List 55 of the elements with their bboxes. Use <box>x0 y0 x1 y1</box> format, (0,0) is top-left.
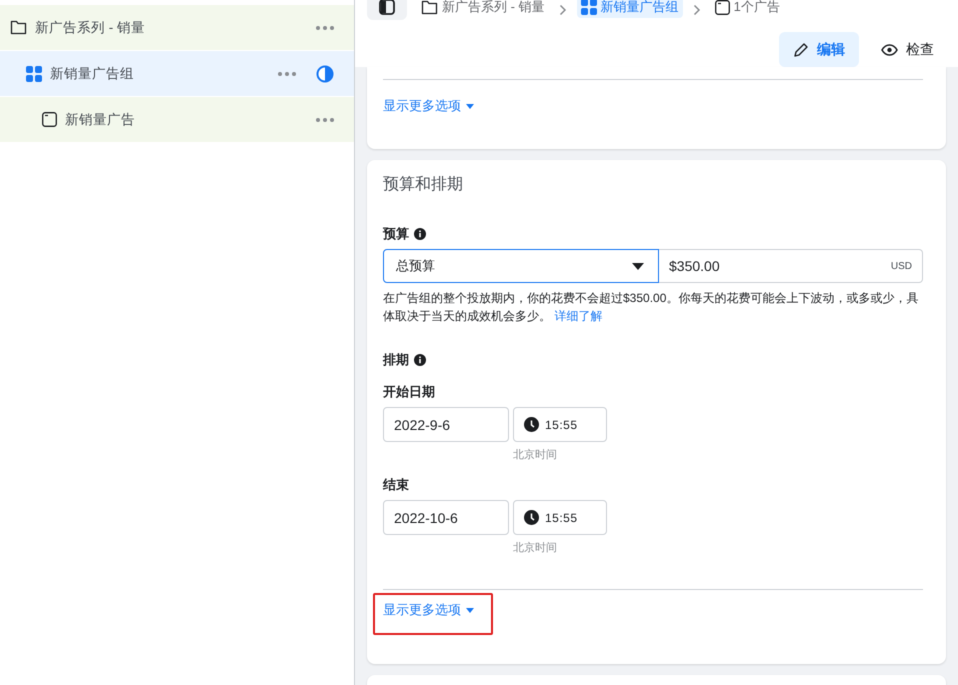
show-more-link[interactable]: 显示更多选项 <box>383 601 474 619</box>
clock-icon <box>524 510 539 525</box>
breadcrumb-label: 新销量广告组 <box>600 0 679 16</box>
breadcrumb-label: 1个广告 <box>734 0 780 16</box>
budget-help-text: 在广告组的整个投放期内，你的花费不会超过$350.00。你每天的花费可能会上下波动，或多或少，具体取决于当天的成效机会多少。 详细了解 <box>383 290 920 325</box>
more-icon[interactable] <box>316 26 334 30</box>
window-icon <box>714 0 730 14</box>
caret-icon <box>466 104 474 108</box>
caret-icon <box>466 608 474 612</box>
date-field[interactable]: 2022-10-6 <box>383 500 509 535</box>
tree-item-label: 新销量广告 <box>65 110 136 128</box>
more-icon[interactable] <box>278 72 296 76</box>
breadcrumb-item[interactable]: 新销量广告组 <box>576 0 683 18</box>
time-field[interactable]: 15:55 <box>513 407 607 442</box>
learn-more-link[interactable]: 详细了解 <box>554 309 602 323</box>
grid-icon <box>580 0 597 15</box>
review-button[interactable]: 检查 <box>867 32 948 67</box>
show-more-link[interactable]: 显示更多选项 <box>383 97 474 115</box>
budget-type-dropdown[interactable]: 总预算 <box>383 249 659 283</box>
folder-icon <box>10 20 27 35</box>
breadcrumb-label: 新广告系列 - 销量 <box>442 0 545 16</box>
caret-icon <box>632 262 644 270</box>
clock-icon <box>524 417 539 432</box>
panel-toggle-button[interactable] <box>367 0 407 20</box>
tree-item-label: 新广告系列 - 销量 <box>35 18 146 36</box>
more-icon[interactable] <box>316 118 334 122</box>
timezone-label: 北京时间 <box>513 540 558 555</box>
date-label: 开始日期 <box>383 383 436 401</box>
time-field[interactable]: 15:55 <box>513 500 607 535</box>
grid-icon <box>26 66 42 82</box>
pencil-icon <box>793 42 809 58</box>
info-icon <box>414 228 426 240</box>
currency-label: USD <box>890 260 912 272</box>
eye-icon <box>881 44 898 56</box>
chevron-icon <box>558 4 567 16</box>
info-icon <box>414 354 426 366</box>
budget-label: 预算 <box>383 225 409 243</box>
timezone-label: 北京时间 <box>513 448 558 462</box>
chevron-icon <box>692 4 701 16</box>
breadcrumb-item[interactable]: 新广告系列 - 销量 <box>417 0 549 18</box>
tree-item-label: 新销量广告组 <box>50 64 135 82</box>
tree-item[interactable]: 新广告系列 - 销量 <box>0 5 354 50</box>
tree-item[interactable]: 新销量广告 <box>0 97 354 142</box>
budget-amount-field[interactable]: $350.00 USD <box>659 249 923 283</box>
breadcrumb-item[interactable]: 1个广告 <box>710 0 784 18</box>
sidebar-icon <box>379 0 395 14</box>
card-title: 预算和排期 <box>383 174 464 195</box>
edit-button[interactable]: 编辑 <box>779 32 859 67</box>
folder-icon <box>421 0 438 14</box>
amount-value: $350.00 <box>669 258 720 274</box>
date-label: 结束 <box>383 476 410 494</box>
date-field[interactable]: 2022-9-6 <box>383 407 509 442</box>
tree-item[interactable]: 新销量广告组 <box>0 51 354 96</box>
window-icon <box>42 112 57 127</box>
schedule-label: 排期 <box>383 351 409 369</box>
